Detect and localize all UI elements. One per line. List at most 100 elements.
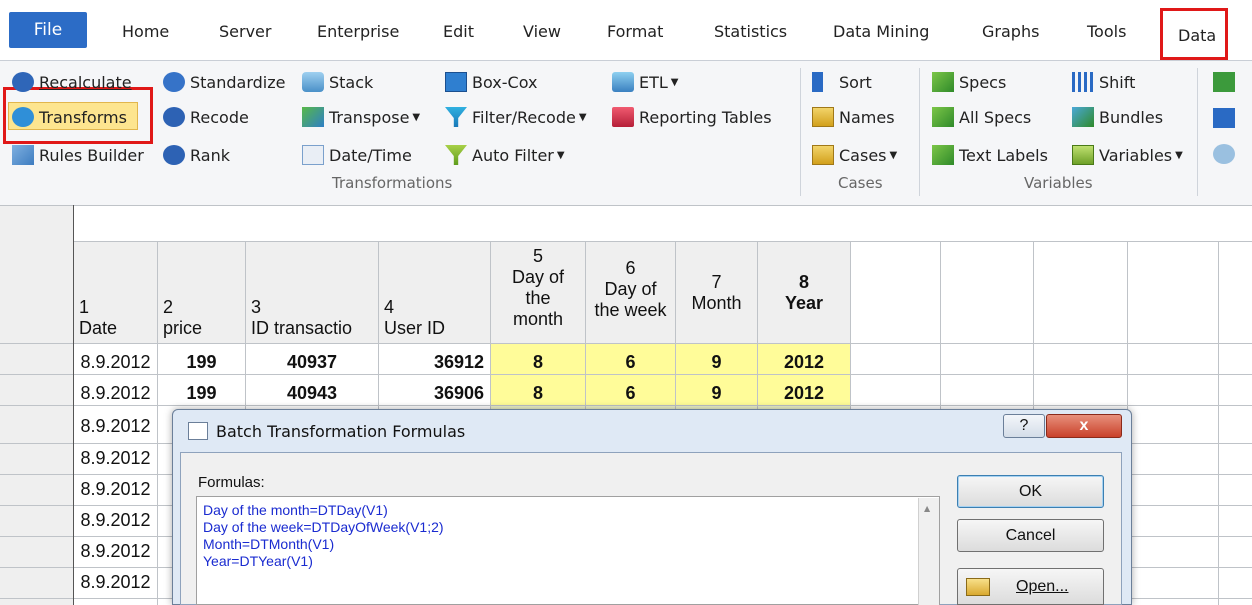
column-header-price[interactable]: 2 price bbox=[163, 297, 202, 339]
sort-label: Sort bbox=[839, 72, 872, 92]
tab-graphs[interactable]: Graphs bbox=[982, 22, 1039, 41]
tab-data[interactable]: Data bbox=[1178, 26, 1216, 45]
cell-day-of-month[interactable]: 8 bbox=[491, 383, 585, 404]
column-header-year[interactable]: 8 Year bbox=[758, 272, 850, 314]
cell-year[interactable]: 2012 bbox=[758, 352, 850, 373]
etl-button[interactable]: ETL ▼ bbox=[612, 69, 679, 95]
names-icon bbox=[812, 107, 834, 127]
filter-recode-button[interactable]: Filter/Recode ▼ bbox=[445, 104, 587, 130]
column-header-id-transaction[interactable]: 3 ID transactio bbox=[251, 297, 377, 339]
filter-recode-label: Filter/Recode bbox=[472, 107, 576, 127]
column-header-date[interactable]: 1 Date bbox=[79, 297, 117, 339]
sort-button[interactable]: Sort bbox=[812, 69, 872, 95]
transpose-label: Transpose bbox=[329, 107, 410, 127]
open-button[interactable]: Open... bbox=[957, 568, 1104, 605]
all-specs-button[interactable]: All Specs bbox=[932, 104, 1031, 130]
transforms-button[interactable]: Transforms bbox=[12, 104, 127, 130]
cell-price[interactable]: 199 bbox=[158, 352, 245, 373]
stack-icon bbox=[302, 72, 324, 92]
stack-label: Stack bbox=[329, 72, 374, 92]
tab-tools[interactable]: Tools bbox=[1087, 22, 1126, 41]
cell-date[interactable]: 8.9.2012 bbox=[74, 416, 157, 437]
scroll-up-icon[interactable]: ▲ bbox=[924, 504, 930, 513]
cell-date[interactable]: 8.9.2012 bbox=[74, 448, 157, 469]
variables-button[interactable]: Variables ▼ bbox=[1072, 142, 1183, 168]
cell-user-id[interactable]: 36912 bbox=[379, 352, 490, 373]
tab-data-mining[interactable]: Data Mining bbox=[833, 22, 929, 41]
auto-filter-button[interactable]: Auto Filter ▼ bbox=[445, 142, 565, 168]
stack-button[interactable]: Stack bbox=[302, 69, 373, 95]
sheet-top-strip bbox=[73, 205, 1252, 241]
tab-view[interactable]: View bbox=[523, 22, 561, 41]
box-cox-button[interactable]: Box-Cox bbox=[445, 69, 537, 95]
help-button[interactable]: ? bbox=[1003, 414, 1045, 438]
group-separator bbox=[919, 68, 920, 196]
shift-button[interactable]: Shift bbox=[1072, 69, 1135, 95]
cell-date[interactable]: 8.9.2012 bbox=[74, 479, 157, 500]
transforms-label: Transforms bbox=[39, 107, 127, 127]
more-tools-icon[interactable] bbox=[1213, 144, 1235, 164]
recalculate-icon bbox=[12, 72, 34, 92]
chevron-down-icon: ▼ bbox=[556, 149, 565, 161]
more-tools-icon[interactable] bbox=[1213, 108, 1235, 128]
bundles-button[interactable]: Bundles bbox=[1072, 104, 1163, 130]
cell-day-of-week[interactable]: 6 bbox=[586, 352, 675, 373]
group-separator bbox=[800, 68, 801, 196]
names-button[interactable]: Names bbox=[812, 104, 895, 130]
shift-label: Shift bbox=[1099, 72, 1136, 92]
tab-statistics[interactable]: Statistics bbox=[714, 22, 787, 41]
cases-button[interactable]: Cases ▼ bbox=[812, 142, 897, 168]
cell-date[interactable]: 8.9.2012 bbox=[74, 572, 157, 593]
tab-home[interactable]: Home bbox=[122, 22, 169, 41]
cell-date[interactable]: 8.9.2012 bbox=[74, 510, 157, 531]
date-time-button[interactable]: Date/Time bbox=[302, 142, 412, 168]
cell-date[interactable]: 8.9.2012 bbox=[74, 383, 157, 404]
rules-builder-button[interactable]: Rules Builder bbox=[12, 142, 144, 168]
reporting-tables-label: Reporting Tables bbox=[639, 107, 772, 127]
all-specs-icon bbox=[932, 107, 954, 127]
ok-button[interactable]: OK bbox=[957, 475, 1104, 508]
recalculate-button[interactable]: Recalculate bbox=[12, 69, 132, 95]
text-labels-button[interactable]: Text Labels bbox=[932, 142, 1048, 168]
formula-line: Day of the month=DTDay(V1) bbox=[203, 502, 388, 518]
cell-day-of-month[interactable]: 8 bbox=[491, 352, 585, 373]
specs-button[interactable]: Specs bbox=[932, 69, 1006, 95]
cell-month[interactable]: 9 bbox=[676, 352, 757, 373]
tab-server[interactable]: Server bbox=[219, 22, 271, 41]
cell-date[interactable]: 8.9.2012 bbox=[74, 541, 157, 562]
cell-year[interactable]: 2012 bbox=[758, 383, 850, 404]
cell-price[interactable]: 199 bbox=[158, 383, 245, 404]
cell-month[interactable]: 9 bbox=[676, 383, 757, 404]
column-header-user-id[interactable]: 4 User ID bbox=[384, 297, 445, 339]
transpose-button[interactable]: Transpose ▼ bbox=[302, 104, 420, 130]
reporting-tables-button[interactable]: Reporting Tables bbox=[612, 104, 772, 130]
folder-open-icon bbox=[966, 577, 990, 596]
cell-user-id[interactable]: 36906 bbox=[379, 383, 490, 404]
shift-icon bbox=[1072, 72, 1094, 92]
recode-button[interactable]: Recode bbox=[163, 104, 249, 130]
auto-filter-icon bbox=[445, 145, 467, 165]
cell-id-transaction[interactable]: 40943 bbox=[246, 383, 378, 404]
cell-id-transaction[interactable]: 40937 bbox=[246, 352, 378, 373]
cell-day-of-week[interactable]: 6 bbox=[586, 383, 675, 404]
cases-group-label: Cases bbox=[838, 174, 883, 192]
variables-label: Variables bbox=[1099, 145, 1173, 165]
close-button[interactable]: x bbox=[1046, 414, 1122, 438]
column-header-day-of-week[interactable]: 6 Day of the week bbox=[586, 258, 675, 321]
formulas-scrollbar[interactable]: ▲ bbox=[918, 498, 939, 605]
rank-button[interactable]: Rank bbox=[163, 142, 230, 168]
chevron-down-icon: ▼ bbox=[1175, 149, 1183, 161]
cancel-button[interactable]: Cancel bbox=[957, 519, 1104, 552]
standardize-button[interactable]: Standardize bbox=[163, 69, 285, 95]
column-header-month[interactable]: 7 Month bbox=[676, 272, 757, 314]
tab-edit[interactable]: Edit bbox=[443, 22, 474, 41]
tab-enterprise[interactable]: Enterprise bbox=[317, 22, 399, 41]
cell-date[interactable]: 8.9.2012 bbox=[74, 352, 157, 373]
more-tools-icon[interactable] bbox=[1213, 72, 1235, 92]
open-label: Open... bbox=[1016, 577, 1069, 595]
rules-builder-label: Rules Builder bbox=[39, 145, 144, 165]
tab-format[interactable]: Format bbox=[607, 22, 663, 41]
tab-file[interactable]: File bbox=[9, 12, 87, 48]
column-header-day-of-month[interactable]: 5 Day of the month bbox=[491, 246, 585, 330]
recode-label: Recode bbox=[190, 107, 249, 127]
